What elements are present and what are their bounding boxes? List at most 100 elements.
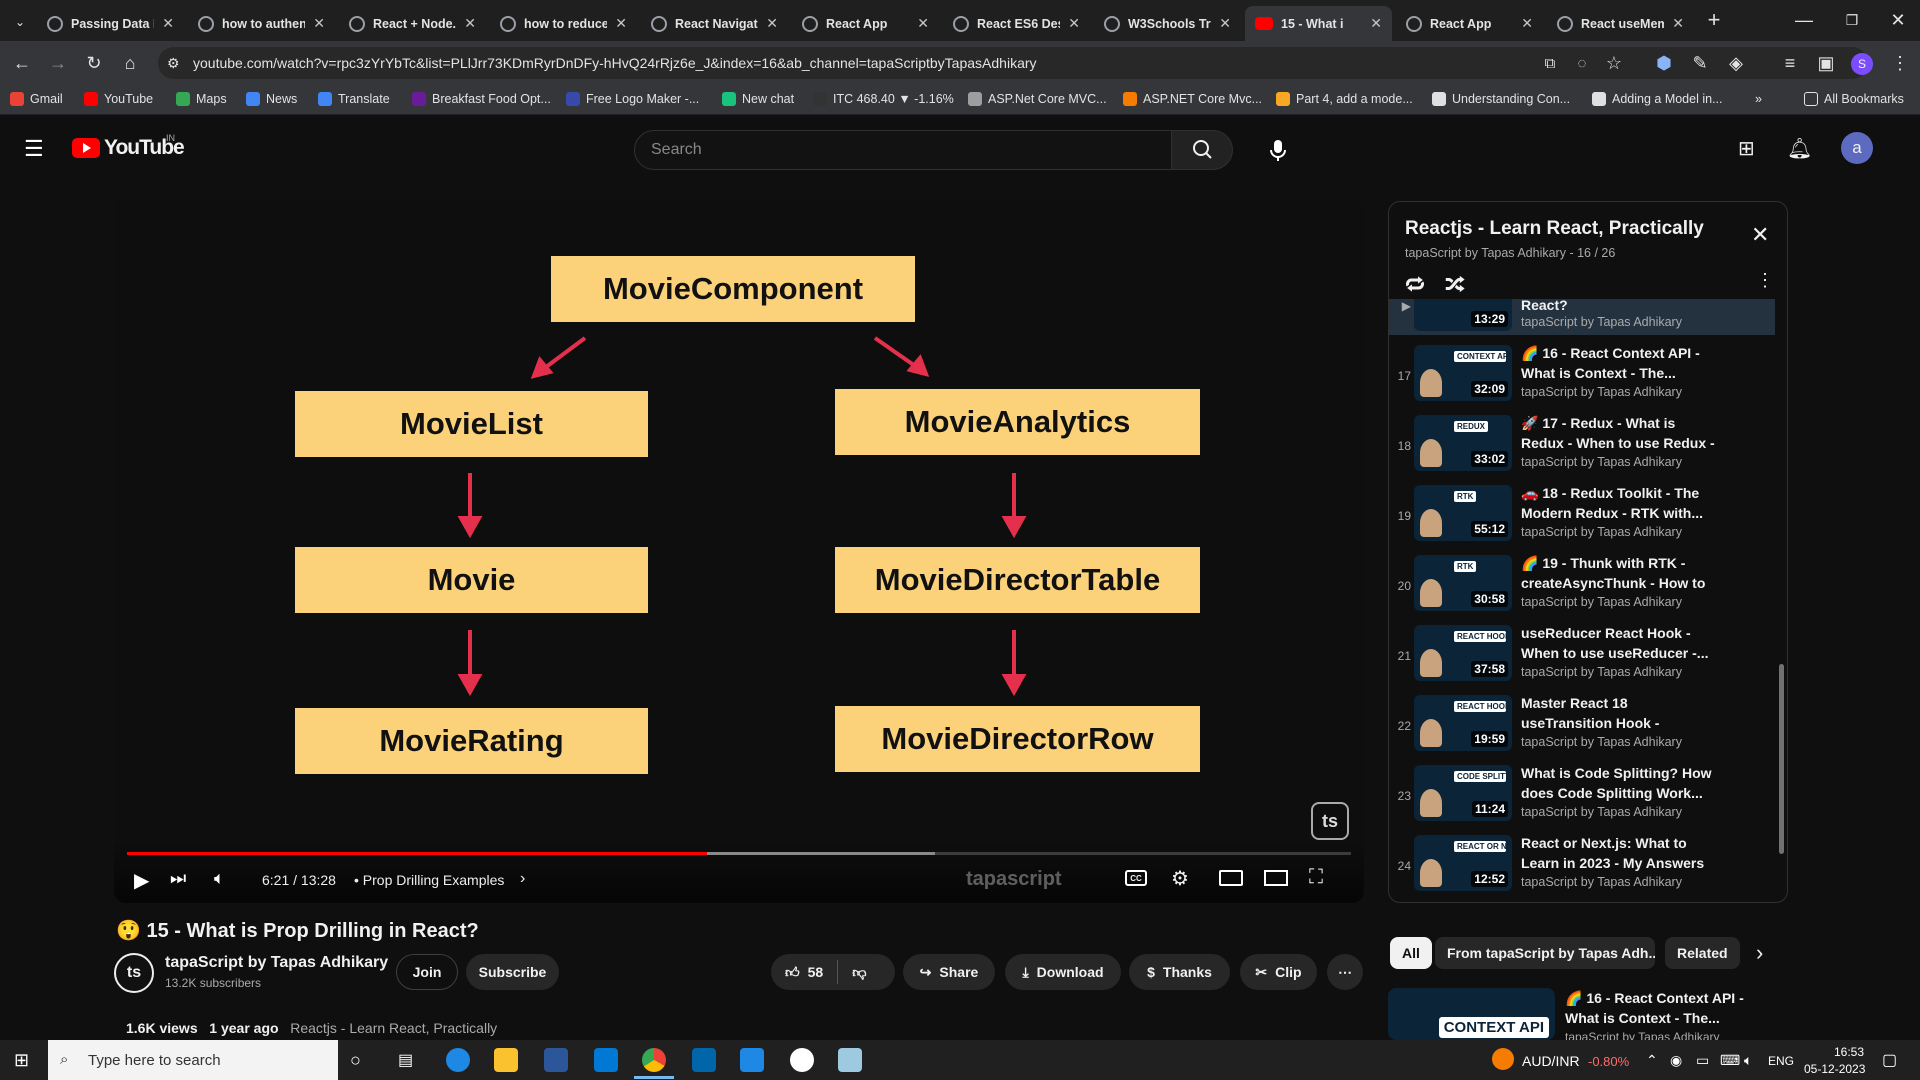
close-playlist-icon[interactable]: ✕ (1751, 222, 1769, 248)
tab-close-icon[interactable]: ✕ (917, 15, 929, 32)
youtube-logo-icon[interactable] (72, 138, 100, 158)
related-title[interactable]: 🌈 16 - React Context API - What is Conte… (1565, 988, 1755, 1028)
tray-battery-icon[interactable]: ▭ (1696, 1052, 1709, 1069)
account-avatar[interactable]: a (1841, 132, 1873, 164)
forward-icon[interactable]: → (44, 49, 72, 77)
tray-language[interactable]: ENG (1768, 1054, 1794, 1068)
app-icon[interactable] (740, 1048, 764, 1072)
minimize-icon[interactable]: — (1790, 6, 1818, 34)
video-player[interactable]: MovieComponent MovieList Movie MovieRati… (114, 200, 1364, 903)
chevron-right-icon[interactable]: › (520, 870, 525, 888)
tray-chevron-icon[interactable]: ⌃ (1646, 1052, 1658, 1069)
file-explorer-icon[interactable] (494, 1048, 518, 1072)
pen-icon[interactable]: ✎ (1686, 49, 1714, 77)
tab-close-icon[interactable]: ✕ (1672, 15, 1684, 32)
bookmark-item[interactable]: ITC 468.40 ▼ -1.16% (813, 92, 954, 106)
search-input[interactable]: Search (634, 130, 1172, 170)
hamburger-menu-icon[interactable]: ☰ (24, 136, 44, 162)
playlist-item[interactable]: 22 REACT HOOKS 19:59 Master React 18 useTra… (1389, 693, 1775, 763)
mongodb-icon[interactable] (790, 1048, 814, 1072)
share-button[interactable]: ↪ Share (903, 954, 995, 990)
playlist-scrollbar[interactable] (1779, 664, 1784, 854)
taskbar-search-input[interactable]: Type here to search (48, 1040, 338, 1080)
like-icon[interactable]: 👍︎ (785, 964, 800, 981)
browser-menu-icon[interactable]: ⋮ (1886, 49, 1914, 77)
playlist-item[interactable]: 17 CONTEXT API 32:09 🌈 16 - React Context A… (1389, 343, 1775, 413)
vscode-icon[interactable] (692, 1048, 716, 1072)
tray-network-icon[interactable]: ⌨ (1720, 1052, 1740, 1069)
playlist-item[interactable]: 20 RTK 30:58 🌈 19 - Thunk with RTK - create… (1389, 553, 1775, 623)
miniplayer-icon[interactable] (1219, 870, 1243, 886)
close-window-icon[interactable]: ✕ (1884, 6, 1912, 34)
browser-tab[interactable]: React App ✕ (792, 6, 939, 41)
fullscreen-icon[interactable]: ⛶ (1309, 866, 1323, 889)
notification-center-icon[interactable]: ▢ (1882, 1050, 1897, 1070)
browser-tab[interactable]: React Navigati ✕ (641, 6, 788, 41)
bookmark-item[interactable]: Gmail (10, 92, 63, 106)
chrome-icon[interactable] (642, 1048, 666, 1072)
browser-tab[interactable]: how to reduce ✕ (490, 6, 637, 41)
like-count[interactable]: 58 (808, 964, 824, 980)
channel-avatar[interactable]: ts (114, 953, 154, 993)
windows-start-icon[interactable]: ⊞ (14, 1050, 29, 1071)
voice-search-button[interactable] (1258, 130, 1298, 170)
bookmark-item[interactable]: ASP.NET Core Mvc... (1123, 92, 1262, 106)
theater-mode-icon[interactable] (1264, 870, 1288, 886)
join-button[interactable]: Join (396, 954, 458, 990)
more-actions-icon[interactable]: ⋯ (1327, 954, 1363, 990)
tray-volume-icon[interactable]: 🔈︎ (1744, 1052, 1752, 1069)
url-text[interactable]: youtube.com/watch?v=rpc3zYrYbTc&list=PLl… (193, 55, 1037, 71)
next-button[interactable]: ⏭︎ (170, 868, 186, 889)
tray-date[interactable]: 05-12-2023 (1804, 1062, 1865, 1076)
browser-tab[interactable]: React useMem ✕ (1547, 6, 1694, 41)
notepad-icon[interactable] (838, 1048, 862, 1072)
open-in-app-icon[interactable]: ⧉ (1536, 49, 1564, 77)
tab-close-icon[interactable]: ✕ (313, 15, 325, 32)
channel-watermark-icon[interactable]: ts (1311, 802, 1349, 840)
bookmark-item[interactable]: ASP.Net Core MVC... (968, 92, 1107, 106)
side-panel-icon[interactable]: ▣ (1812, 49, 1840, 77)
tab-close-icon[interactable]: ✕ (1370, 15, 1382, 32)
captions-icon[interactable]: CC (1125, 870, 1147, 886)
shuffle-icon[interactable]: 🔀︎ (1445, 270, 1465, 299)
tab-close-icon[interactable]: ✕ (162, 15, 174, 32)
browser-tab[interactable]: W3Schools Try ✕ (1094, 6, 1241, 41)
create-video-icon[interactable]: ⊞ (1738, 136, 1755, 161)
tab-close-icon[interactable]: ✕ (766, 15, 778, 32)
bookmark-item[interactable]: Adding a Model in... (1592, 92, 1723, 106)
bookmark-item[interactable]: Breakfast Food Opt... (412, 92, 551, 106)
tab-close-icon[interactable]: ✕ (1219, 15, 1231, 32)
profile-avatar[interactable]: S (1851, 53, 1873, 75)
notifications-bell-icon[interactable]: 🔔︎ (1787, 136, 1812, 161)
tab-close-icon[interactable]: ✕ (464, 15, 476, 32)
chip-related[interactable]: Related (1665, 937, 1740, 969)
download-button[interactable]: ⤓ Download (1005, 954, 1121, 990)
task-view-icon[interactable]: ▤ (398, 1050, 413, 1070)
playlist-item[interactable]: 23 CODE SPLITTING 11:24 What is Code Splitt… (1389, 763, 1775, 833)
playlist-menu-icon[interactable]: ⋮ (1756, 270, 1774, 291)
playlist-link[interactable]: Reactjs - Learn React, Practically (290, 1020, 497, 1036)
tab-search-icon[interactable]: ⌄ (6, 8, 34, 36)
all-bookmarks[interactable]: All Bookmarks (1804, 92, 1904, 106)
progress-bar[interactable] (127, 852, 1351, 855)
bookmark-item[interactable]: Part 4, add a mode... (1276, 92, 1413, 106)
playlist-item[interactable]: 18 REDUX 33:02 🚀 17 - Redux - What is Redux… (1389, 413, 1775, 483)
tab-close-icon[interactable]: ✕ (1068, 15, 1080, 32)
chapter-title[interactable]: • Prop Drilling Examples (354, 872, 504, 888)
tab-close-icon[interactable]: ✕ (1521, 15, 1533, 32)
browser-tab[interactable]: React App ✕ (1396, 6, 1543, 41)
loop-icon[interactable]: 🔁︎ (1405, 270, 1425, 299)
tray-time[interactable]: 16:53 (1834, 1045, 1864, 1059)
cortana-icon[interactable]: ○ (350, 1050, 361, 1071)
volume-icon[interactable]: 🔈︎ (214, 868, 225, 889)
play-button[interactable]: ▶ (134, 868, 149, 893)
channel-name[interactable]: tapaScript by Tapas Adhikary (165, 954, 388, 972)
bookmark-item[interactable]: News (246, 92, 297, 106)
browser-tab[interactable]: Passing Data D ✕ (37, 6, 184, 41)
back-icon[interactable]: ← (8, 49, 36, 77)
tab-close-icon[interactable]: ✕ (615, 15, 627, 32)
playlist-item[interactable]: 24 REACT OR NEXT 12:52 React or Next.js: Wh… (1389, 833, 1775, 902)
playlist-item[interactable]: 19 RTK 55:12 🚗 18 - Redux Toolkit - The Mod… (1389, 483, 1775, 553)
bookmark-star-icon[interactable]: ☆ (1600, 49, 1628, 77)
chip-from-channel[interactable]: From tapaScript by Tapas Adh... (1435, 937, 1655, 969)
